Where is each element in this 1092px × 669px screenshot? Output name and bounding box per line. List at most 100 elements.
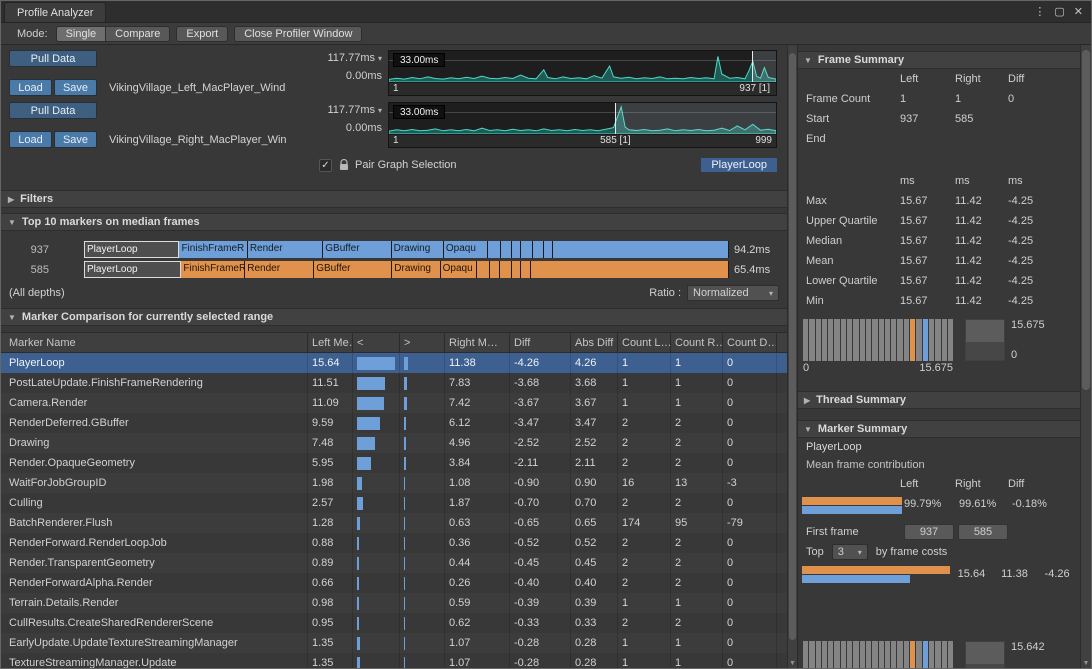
comparison-row[interactable]: Drawing7.484.96-2.522.52220 bbox=[1, 433, 787, 453]
top10-segment[interactable]: FinishFrameR bbox=[181, 261, 245, 278]
kebab-menu-icon[interactable]: ⋮ bbox=[1034, 5, 1045, 18]
top10-segment[interactable]: Opaqu bbox=[444, 241, 488, 258]
top10-segment[interactable] bbox=[490, 261, 500, 278]
graph-selection[interactable] bbox=[615, 103, 776, 134]
maximize-icon[interactable]: ▢ bbox=[1054, 5, 1064, 18]
top10-segment[interactable]: Render bbox=[245, 261, 314, 278]
top10-segment[interactable]: GBuffer bbox=[314, 261, 392, 278]
ratio-dropdown[interactable]: Normalized ▾ bbox=[687, 285, 779, 301]
top10-segment[interactable]: GBuffer bbox=[323, 241, 391, 258]
top10-segment[interactable] bbox=[544, 241, 553, 258]
column-header[interactable]: Right M… bbox=[445, 333, 510, 352]
top10-segment[interactable] bbox=[531, 261, 729, 278]
column-header[interactable]: Count D… bbox=[723, 333, 777, 352]
column-header[interactable]: Left Me… bbox=[308, 333, 353, 352]
comparison-row[interactable]: EarlyUpdate.UpdateTextureStreamingManage… bbox=[1, 633, 787, 653]
range-max-dropdown[interactable]: 117.77ms▾ bbox=[312, 104, 382, 116]
marker-name: RenderForward.RenderLoopJob bbox=[1, 533, 308, 553]
load-button[interactable]: Load bbox=[9, 131, 52, 148]
top10-segment[interactable] bbox=[500, 261, 512, 278]
histogram-selection-box[interactable] bbox=[965, 319, 1005, 361]
comparison-row[interactable]: RenderDeferred.GBuffer9.596.12-3.473.472… bbox=[1, 413, 787, 433]
diff-value: -0.28 bbox=[510, 653, 571, 668]
comparison-row[interactable]: PostLateUpdate.FinishFrameRendering11.51… bbox=[1, 373, 787, 393]
frame-time-graph-left[interactable]: 33.00ms 1 937 [1] bbox=[388, 50, 777, 96]
column-header[interactable]: Marker Name bbox=[1, 333, 308, 352]
top10-segment[interactable] bbox=[521, 261, 531, 278]
thread-summary-header[interactable]: ▶ Thread Summary bbox=[798, 391, 1080, 409]
comparison-row[interactable]: Camera.Render11.097.42-3.673.67110 bbox=[1, 393, 787, 413]
column-header[interactable]: Abs Diff bbox=[571, 333, 618, 352]
load-button[interactable]: Load bbox=[9, 79, 52, 96]
close-icon[interactable]: ✕ bbox=[1074, 5, 1083, 18]
scroll-down-arrow-icon[interactable]: ▼ bbox=[1081, 660, 1091, 667]
histogram-bar bbox=[916, 319, 921, 361]
comparison-row[interactable]: PlayerLoop15.6411.38-4.264.26110 bbox=[1, 353, 787, 373]
column-header[interactable]: Count L… bbox=[618, 333, 671, 352]
top-n-dropdown[interactable]: 3 ▾ bbox=[832, 544, 868, 560]
comparison-row[interactable]: Render.OpaqueGeometry5.953.84-2.112.1122… bbox=[1, 453, 787, 473]
frame-time-graph-right[interactable]: 33.00ms 1 585 [1] 999 bbox=[388, 102, 777, 148]
marker-histogram[interactable] bbox=[803, 641, 953, 668]
top10-segment[interactable] bbox=[512, 241, 521, 258]
mode-single-button[interactable]: Single bbox=[56, 26, 106, 42]
selected-marker-chip[interactable]: PlayerLoop bbox=[701, 158, 777, 172]
diff-value: -2.11 bbox=[510, 453, 571, 473]
first-frame-right-button[interactable]: 585 bbox=[958, 524, 1008, 540]
top10-segment[interactable]: Render bbox=[248, 241, 323, 258]
comparison-row[interactable]: RenderForwardAlpha.Render0.660.26-0.400.… bbox=[1, 573, 787, 593]
save-button[interactable]: Save bbox=[54, 131, 97, 148]
comparison-row[interactable]: CullResults.CreateSharedRendererScene0.9… bbox=[1, 613, 787, 633]
histogram-selection-box[interactable] bbox=[965, 641, 1005, 668]
comparison-row[interactable]: BatchRenderer.Flush1.280.63-0.650.651749… bbox=[1, 513, 787, 533]
mode-compare-button[interactable]: Compare bbox=[105, 26, 170, 42]
marker-name: Culling bbox=[1, 493, 308, 513]
top10-segment[interactable]: Opaqu bbox=[441, 261, 478, 278]
comparison-row[interactable]: Culling2.571.87-0.700.70220 bbox=[1, 493, 787, 513]
filters-section-header[interactable]: ▶ Filters bbox=[1, 190, 787, 208]
top10-section-header[interactable]: ▼ Top 10 markers on median frames bbox=[1, 213, 787, 231]
save-button[interactable]: Save bbox=[54, 79, 97, 96]
first-frame-left-button[interactable]: 937 bbox=[904, 524, 954, 540]
right-scrollbar[interactable]: ▼ bbox=[1080, 45, 1091, 668]
comparison-section-header[interactable]: ▼ Marker Comparison for currently select… bbox=[1, 308, 787, 326]
top10-segment[interactable] bbox=[533, 241, 544, 258]
top10-segment[interactable]: Drawing bbox=[392, 241, 444, 258]
column-header[interactable]: Count R… bbox=[671, 333, 723, 352]
frame-summary-header[interactable]: ▼ Frame Summary bbox=[798, 51, 1080, 69]
left-scrollbar-thumb[interactable] bbox=[789, 53, 796, 640]
comparison-row[interactable]: RenderForward.RenderLoopJob0.880.36-0.52… bbox=[1, 533, 787, 553]
graph-selection[interactable] bbox=[752, 51, 776, 82]
lock-icon[interactable] bbox=[339, 159, 349, 171]
pull-data-button[interactable]: Pull Data bbox=[9, 102, 97, 119]
pair-selection-checkbox[interactable]: ✓ bbox=[319, 159, 332, 172]
export-button[interactable]: Export bbox=[176, 26, 228, 42]
scroll-down-arrow-icon[interactable]: ▼ bbox=[788, 660, 797, 667]
column-header[interactable]: Diff bbox=[510, 333, 571, 352]
range-max-dropdown[interactable]: 117.77ms▾ bbox=[312, 52, 382, 64]
top10-segment[interactable] bbox=[488, 241, 501, 258]
comparison-row[interactable]: Render.TransparentGeometry0.890.44-0.450… bbox=[1, 553, 787, 573]
top10-segment[interactable]: PlayerLoop bbox=[84, 261, 181, 278]
left-scrollbar[interactable]: ▼ bbox=[787, 45, 797, 668]
comparison-row[interactable]: Terrain.Details.Render0.980.59-0.390.391… bbox=[1, 593, 787, 613]
top10-segment[interactable] bbox=[521, 241, 534, 258]
top10-segment[interactable] bbox=[501, 241, 512, 258]
pull-data-button[interactable]: Pull Data bbox=[9, 50, 97, 67]
top10-segment[interactable]: FinishFrameR bbox=[179, 241, 247, 258]
close-profiler-button[interactable]: Close Profiler Window bbox=[234, 26, 362, 42]
top10-segment[interactable] bbox=[553, 241, 728, 258]
comparison-row[interactable]: TextureStreamingManager.Update1.351.07-0… bbox=[1, 653, 787, 668]
top10-segment[interactable]: PlayerLoop bbox=[84, 241, 179, 258]
right-scrollbar-thumb[interactable] bbox=[1082, 50, 1090, 390]
left-bar-cell bbox=[353, 373, 400, 393]
marker-summary-header[interactable]: ▼ Marker Summary bbox=[798, 420, 1080, 438]
top10-segment[interactable] bbox=[477, 261, 489, 278]
top10-segment[interactable]: Drawing bbox=[392, 261, 440, 278]
column-header[interactable]: > bbox=[400, 333, 445, 352]
column-header[interactable]: < bbox=[353, 333, 400, 352]
comparison-row[interactable]: WaitForJobGroupID1.981.08-0.900.901613-3 bbox=[1, 473, 787, 493]
window-tab[interactable]: Profile Analyzer bbox=[4, 2, 106, 22]
top10-segment[interactable] bbox=[512, 261, 520, 278]
frame-histogram[interactable] bbox=[803, 319, 953, 361]
